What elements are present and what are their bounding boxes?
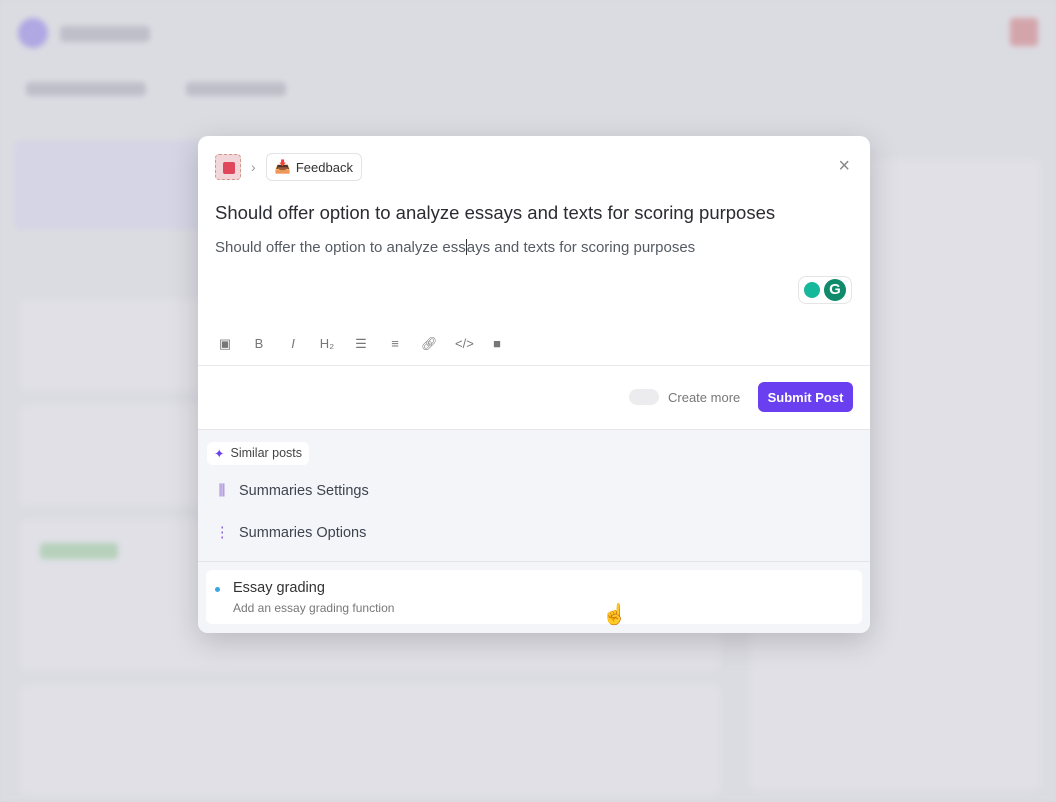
italic-icon[interactable]: I [285, 336, 301, 352]
create-more-toggle[interactable] [629, 389, 659, 405]
similar-post-label: Summaries Options [239, 525, 367, 541]
similar-posts-badge: ✦ Similar posts [207, 442, 310, 465]
code-icon[interactable]: </> [455, 336, 474, 352]
suggested-post-card[interactable]: Essay grading Add an essay grading funct… [206, 570, 862, 624]
suggested-post-title: Essay grading [233, 580, 325, 596]
divider [198, 561, 870, 562]
suggested-post-subtitle: Add an essay grading function [233, 601, 395, 615]
close-icon[interactable]: × [838, 156, 850, 176]
bold-icon[interactable]: B [251, 336, 267, 352]
sparkle-icon: ✦ [214, 447, 225, 461]
post-title-input[interactable]: Should offer option to analyze essays an… [215, 202, 775, 224]
body-text: Should offer the option to analyze ess [215, 239, 466, 256]
submit-post-button[interactable]: Submit Post [758, 382, 853, 412]
image-icon[interactable]: ▣ [217, 336, 233, 352]
board-selector[interactable]: 📥 Feedback [265, 153, 362, 181]
create-post-modal: › 📥 Feedback × Should offer option to an… [198, 136, 870, 633]
numbered-list-icon[interactable]: ≡ [387, 336, 403, 352]
chevron-right-icon: › [251, 159, 256, 175]
inbox-icon: 📥 [274, 159, 291, 174]
similar-post-item[interactable]: ⋮ Summaries Options [215, 525, 366, 541]
board-label: Feedback [295, 159, 353, 175]
status-dot [215, 587, 220, 592]
body-text-rest: ays and texts for scoring purposes [466, 239, 696, 256]
post-body-editor[interactable]: Should offer the option to analyze essay… [215, 239, 695, 256]
sliders-icon: ⫼ [218, 483, 226, 499]
similar-post-item[interactable]: ⫼ Summaries Settings [215, 483, 369, 499]
similar-posts-label: Similar posts [230, 446, 303, 460]
bullet-list-icon[interactable]: ☰ [353, 336, 369, 352]
create-more-label: Create more [668, 390, 741, 405]
video-icon[interactable]: ■ [489, 336, 505, 352]
hand-cursor-icon: ☝ [602, 604, 627, 626]
similar-post-label: Summaries Settings [239, 483, 369, 499]
workspace-logo[interactable] [215, 154, 241, 180]
breadcrumb: › 📥 Feedback [215, 153, 362, 181]
similar-posts-panel: ✦ Similar posts ⫼ Summaries Settings ⋮ S… [198, 429, 870, 633]
grammarly-widget[interactable]: G [798, 276, 852, 304]
grammarly-icon[interactable]: G [824, 279, 846, 301]
lightbulb-icon[interactable] [804, 282, 820, 298]
divider [198, 365, 870, 366]
heading-icon[interactable]: H₂ [319, 336, 335, 352]
dots-vertical-icon: ⋮ [215, 525, 230, 541]
formatting-toolbar: ▣ B I H₂ ☰ ≡ 🔗︎ </> ■ [217, 336, 505, 352]
link-icon[interactable]: 🔗︎ [421, 336, 438, 352]
